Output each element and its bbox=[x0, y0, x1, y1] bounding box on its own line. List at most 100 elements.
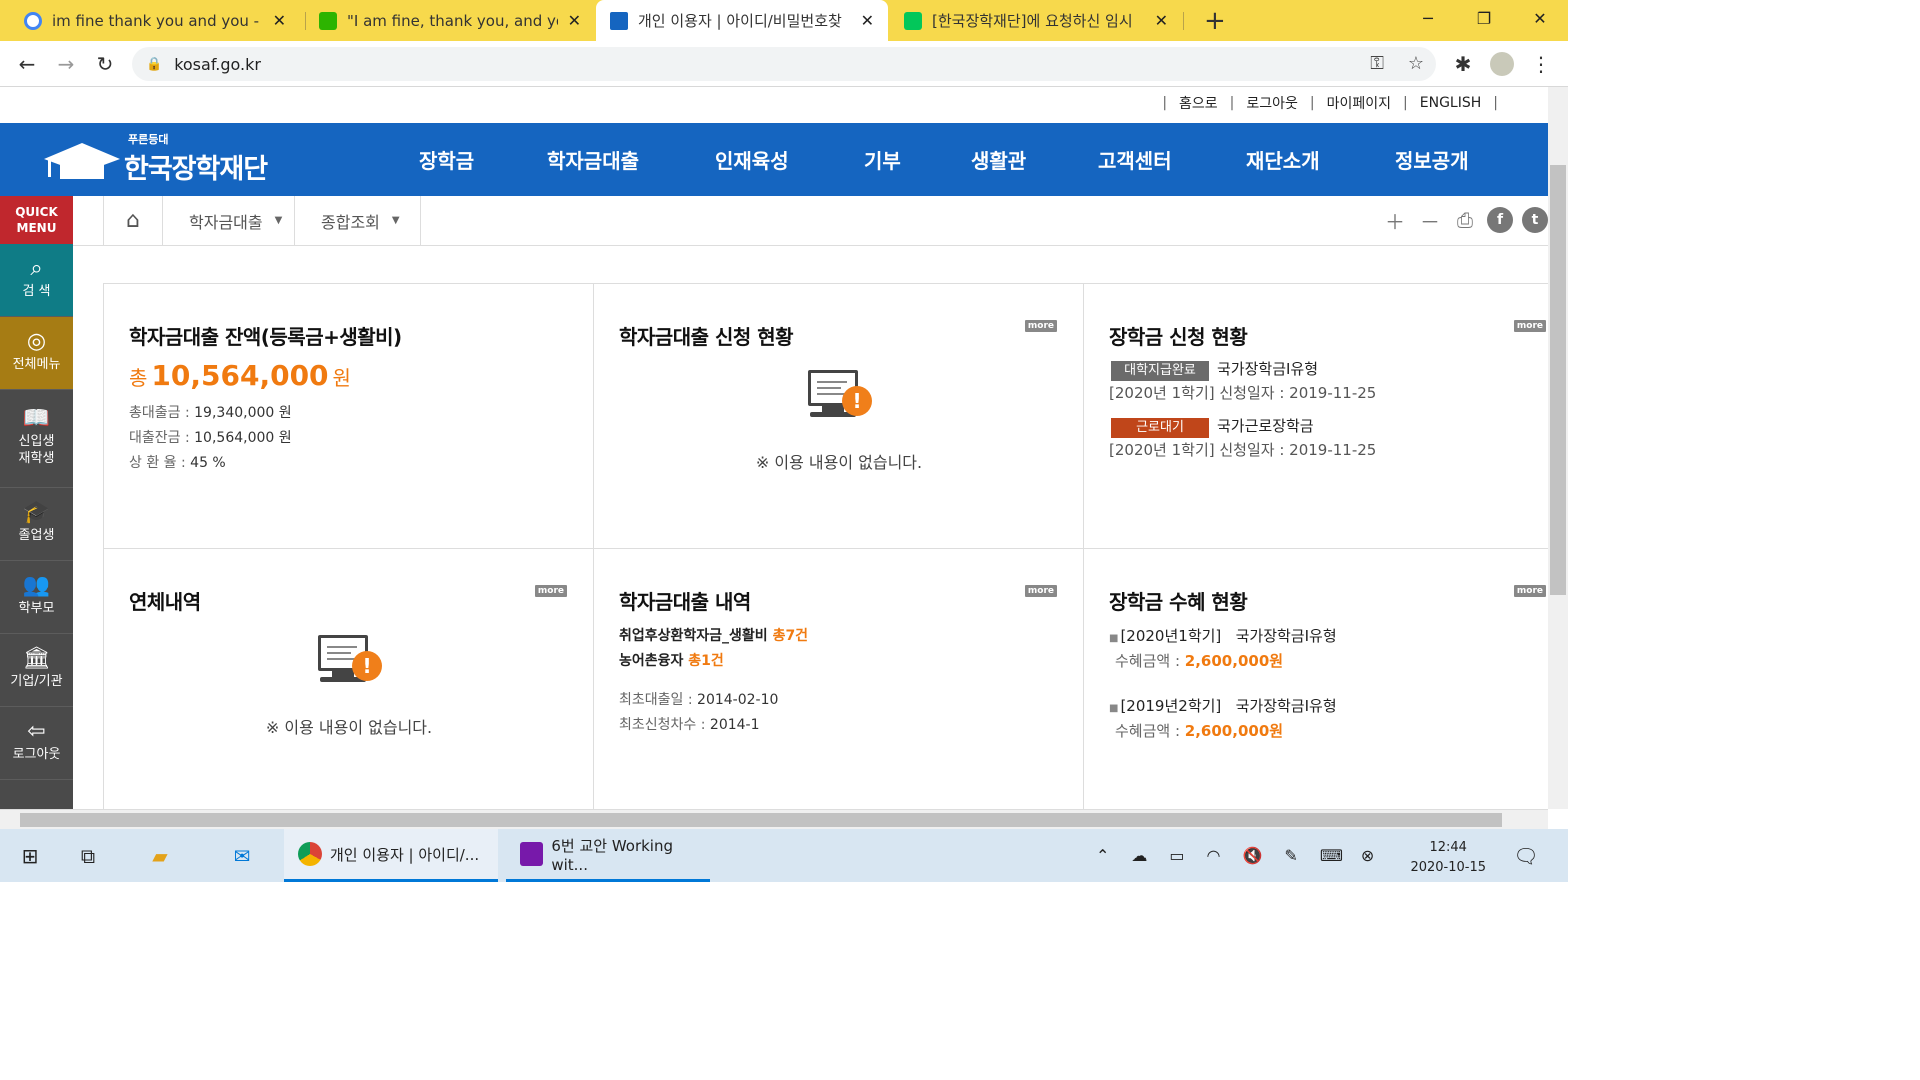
quick-logout[interactable]: ⇦ 로그아웃 bbox=[0, 707, 73, 780]
first-loan-date: 최초대출일 : 2014-02-10 bbox=[619, 692, 779, 708]
battery-icon[interactable]: ▭ bbox=[1169, 846, 1184, 865]
scholarship-date: [2020년 1학기] 신청일자 : 2019-11-25 bbox=[1109, 384, 1377, 402]
restore-icon[interactable]: ❐ bbox=[1456, 0, 1512, 36]
search-icon: ⌕ bbox=[30, 256, 43, 281]
quick-parents[interactable]: 👥 학부모 bbox=[0, 561, 73, 634]
home-icon[interactable]: ⌂ bbox=[103, 196, 163, 245]
google-icon bbox=[24, 11, 42, 30]
vertical-scrollbar[interactable] bbox=[1548, 87, 1568, 809]
more-button[interactable]: more bbox=[1513, 585, 1546, 597]
panel-title: 학자금대출 잔액(등록금+생활비) bbox=[129, 325, 402, 349]
tab-title: 개인 이용자 | 아이디/비밀번호찾 bbox=[638, 12, 842, 30]
book-icon: 📖 bbox=[22, 406, 51, 431]
logout-icon: ⇦ bbox=[27, 719, 46, 744]
gnb-customer-center[interactable]: 고객센터 bbox=[1098, 123, 1172, 196]
close-tab-icon[interactable]: ✕ bbox=[861, 11, 874, 30]
more-button[interactable]: more bbox=[534, 585, 567, 597]
tab-title: [한국장학재단]에 요청하신 임시 bbox=[932, 12, 1133, 30]
english-link[interactable]: ENGLISH bbox=[1420, 95, 1482, 111]
chevron-up-icon[interactable]: ⌃ bbox=[1096, 846, 1109, 865]
web-page: | 홈으로 | 로그아웃 | 마이페이지 | ENGLISH | 푸른등대 한국… bbox=[0, 87, 1548, 809]
close-window-icon[interactable]: ✕ bbox=[1512, 0, 1568, 36]
logo-title: 한국장학재단 bbox=[124, 154, 268, 185]
gnb-about[interactable]: 재단소개 bbox=[1246, 123, 1320, 196]
forward-icon[interactable]: → bbox=[51, 49, 81, 79]
file-explorer-icon[interactable]: ▰ bbox=[132, 829, 188, 882]
keyboard-icon[interactable]: ⌨ bbox=[1320, 846, 1343, 865]
wifi-icon[interactable]: ◠ bbox=[1207, 846, 1221, 865]
gnb-dormitory[interactable]: 생활관 bbox=[971, 123, 1026, 196]
profile-avatar[interactable] bbox=[1487, 49, 1517, 79]
close-tab-icon[interactable]: ✕ bbox=[1155, 11, 1168, 30]
zoom-in-icon[interactable]: ＋ bbox=[1382, 207, 1408, 234]
received-item: ■ [2019년2학기] 국가장학금Ⅰ유형 bbox=[1109, 697, 1337, 715]
remaining-loan-row: 대출잔금 : 10,564,000 원 bbox=[129, 430, 292, 446]
loan-history-panel: 학자금대출 내역 more 취업후상환학자금_생활비 총7건 농어촌융자 총1건… bbox=[594, 549, 1084, 809]
taskbar-onenote-app[interactable]: 6번 교안 Working wit... bbox=[506, 829, 710, 882]
status-badge: 근로대기 bbox=[1111, 418, 1209, 438]
system-clock[interactable]: 12:44 2020-10-15 bbox=[1410, 838, 1486, 878]
no-data-monitor-icon: ! bbox=[318, 635, 382, 689]
new-tab-button[interactable]: + bbox=[1190, 0, 1230, 41]
task-view-icon[interactable]: ⧉ bbox=[60, 829, 116, 882]
dashboard-grid: 학자금대출 잔액(등록금+생활비) 총 10,564,000 원 총대출금 : 19… bbox=[103, 283, 1548, 809]
bookmark-star-icon[interactable]: ☆ bbox=[1408, 53, 1424, 74]
browser-tab-google[interactable]: im fine thank you and you - Go ✕ bbox=[10, 0, 300, 41]
more-button[interactable]: more bbox=[1513, 320, 1546, 332]
total-loan-row: 총대출금 : 19,340,000 원 bbox=[129, 405, 292, 421]
notification-icon[interactable]: 🗨 bbox=[1498, 829, 1554, 882]
quick-all-menu[interactable]: ◎ 전체메뉴 bbox=[0, 317, 73, 390]
quick-graduate[interactable]: 🎓 졸업생 bbox=[0, 488, 73, 561]
breadcrumb-loan[interactable]: 학자금대출 ▼ bbox=[163, 196, 295, 245]
twitter-icon[interactable]: t bbox=[1522, 207, 1548, 233]
logo-subtitle: 푸른등대 bbox=[128, 133, 169, 146]
close-tab-icon[interactable]: ✕ bbox=[568, 11, 581, 30]
taskbar-chrome-app[interactable]: 개인 이용자 | 아이디/... bbox=[284, 829, 498, 882]
key-icon[interactable]: ⚿ bbox=[1370, 53, 1384, 74]
browser-tab-strip: im fine thank you and you - Go ✕ "I am f… bbox=[0, 0, 1568, 41]
onedrive-icon[interactable]: ☁ bbox=[1131, 846, 1147, 865]
gnb-talent[interactable]: 인재육성 bbox=[715, 123, 789, 196]
quick-menu-header: QUICK MENU bbox=[0, 196, 73, 244]
more-button[interactable]: more bbox=[1024, 585, 1057, 597]
empty-message: ※ 이용 내용이 없습니다. bbox=[755, 453, 923, 472]
browser-tab-kosaf[interactable]: 개인 이용자 | 아이디/비밀번호찾 ✕ bbox=[596, 0, 888, 41]
gnb-disclosure[interactable]: 정보공개 bbox=[1395, 123, 1469, 196]
windows-start-icon[interactable]: ⊞ bbox=[2, 829, 58, 882]
gnb-scholarship[interactable]: 장학금 bbox=[419, 123, 474, 196]
facebook-icon[interactable]: f bbox=[1487, 207, 1513, 233]
volume-muted-icon[interactable]: 🔇 bbox=[1243, 846, 1263, 865]
zoom-out-icon[interactable]: － bbox=[1417, 207, 1443, 234]
cancel-circle-icon[interactable]: ⊗ bbox=[1361, 846, 1374, 865]
logout-link[interactable]: 로그아웃 bbox=[1246, 93, 1298, 113]
pen-icon[interactable]: ✎ bbox=[1284, 846, 1297, 865]
parents-icon: 👥 bbox=[22, 573, 51, 598]
loan-application-panel: 학자금대출 신청 현황 more ! ※ 이용 내용이 없습니다. bbox=[594, 284, 1084, 549]
mypage-link[interactable]: 마이페이지 bbox=[1327, 93, 1391, 113]
breadcrumb-overview[interactable]: 종합조회 ▼ bbox=[295, 196, 421, 245]
back-icon[interactable]: ← bbox=[12, 49, 42, 79]
quick-freshman[interactable]: 📖 신입생 재학생 bbox=[0, 390, 73, 488]
browser-tab-blog[interactable]: "I am fine, thank you, and you? ✕ bbox=[305, 0, 595, 41]
browser-tab-mail[interactable]: [한국장학재단]에 요청하신 임시 ✕ bbox=[890, 0, 1182, 41]
quick-institution[interactable]: 🏛 기업/기관 bbox=[0, 634, 73, 707]
gnb-donation[interactable]: 기부 bbox=[864, 123, 901, 196]
panel-title: 학자금대출 신청 현황 bbox=[619, 325, 794, 349]
loan-type-line: 농어촌융자 총1건 bbox=[619, 653, 724, 669]
quick-search[interactable]: ⌕ 검 색 bbox=[0, 244, 73, 317]
print-icon[interactable]: ⎙ bbox=[1452, 207, 1478, 233]
status-badge: 대학지급완료 bbox=[1111, 361, 1209, 381]
home-link[interactable]: 홈으로 bbox=[1179, 93, 1218, 113]
panel-title: 장학금 신청 현황 bbox=[1109, 325, 1248, 349]
mail-icon[interactable]: ✉ bbox=[214, 829, 270, 882]
more-button[interactable]: more bbox=[1024, 320, 1057, 332]
tab-title: "I am fine, thank you, and you? bbox=[347, 11, 558, 30]
extensions-icon[interactable]: ✱ bbox=[1448, 49, 1478, 79]
chrome-menu-icon[interactable]: ⋮ bbox=[1526, 49, 1556, 79]
horizontal-scrollbar[interactable] bbox=[0, 809, 1548, 829]
url-field[interactable]: 🔒 kosaf.go.kr ⚿ ☆ bbox=[132, 47, 1436, 81]
gnb-student-loan[interactable]: 학자금대출 bbox=[547, 123, 639, 196]
minimize-icon[interactable]: ─ bbox=[1400, 0, 1456, 36]
close-tab-icon[interactable]: ✕ bbox=[273, 11, 286, 30]
reload-icon[interactable]: ↻ bbox=[90, 49, 120, 79]
